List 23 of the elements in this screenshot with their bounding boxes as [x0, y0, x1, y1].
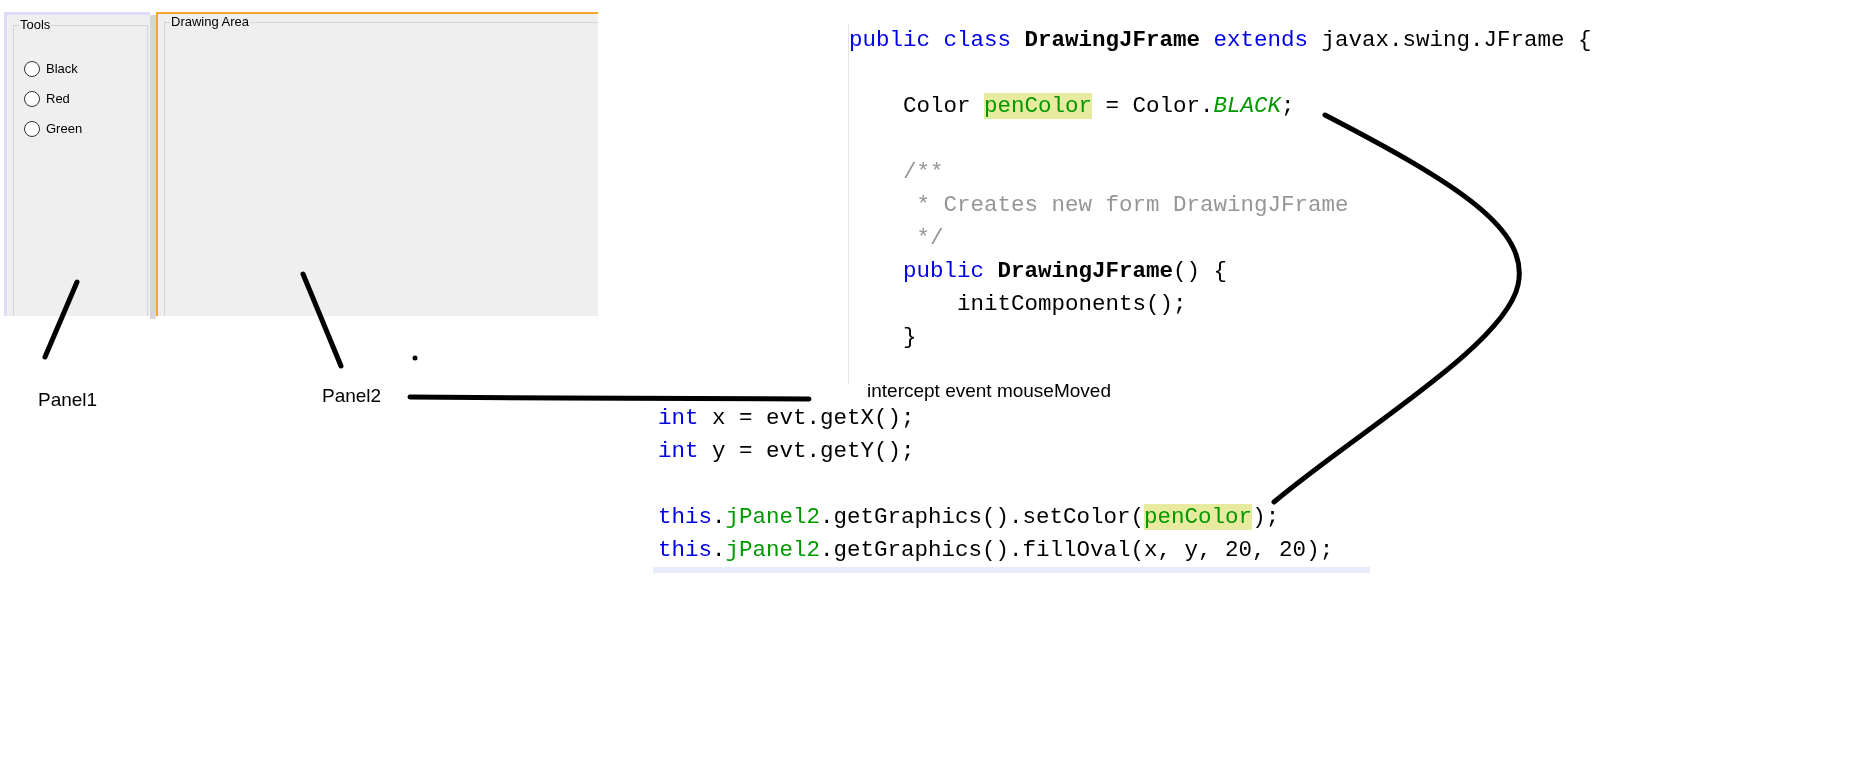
radio-button[interactable] — [24, 90, 40, 107]
radio-option[interactable]: Red — [24, 90, 70, 107]
radio-button[interactable] — [24, 120, 40, 137]
radio-button[interactable] — [24, 60, 40, 77]
code-line: public DrawingJFrame() { — [902, 257, 1228, 286]
code-line: */ — [915, 224, 944, 253]
code-line: this.jPanel2.getGraphics().fillOval(x, y, 20, 20); — [658, 536, 1334, 565]
code-line: * Creates new form DrawingJFrame — [915, 191, 1349, 220]
code-line: int x = evt.getX(); — [658, 404, 915, 433]
radio-option[interactable]: Green — [24, 120, 83, 137]
panel-title: Drawing Area — [170, 14, 251, 30]
code-line: this.jPanel2.getGraphics().setColor(penColor); — [658, 503, 1280, 532]
code-line: public class DrawingJFrame extends javax.swing.JFrame { — [849, 26, 1592, 55]
annotation-label: Panel2 — [322, 384, 382, 408]
code-line: int y = evt.getY(); — [658, 437, 915, 466]
annotation-label: Panel1 — [38, 388, 98, 412]
code-line: Color penColor = Color.BLACK; — [902, 92, 1295, 121]
annotation-label: intercept event mouseMoved — [867, 379, 1111, 403]
radio-option[interactable]: Black — [24, 60, 78, 77]
code-line: initComponents(); — [956, 290, 1187, 319]
ink-dot — [412, 355, 418, 361]
code-line: /** — [902, 158, 944, 187]
code-line: } — [902, 323, 917, 352]
